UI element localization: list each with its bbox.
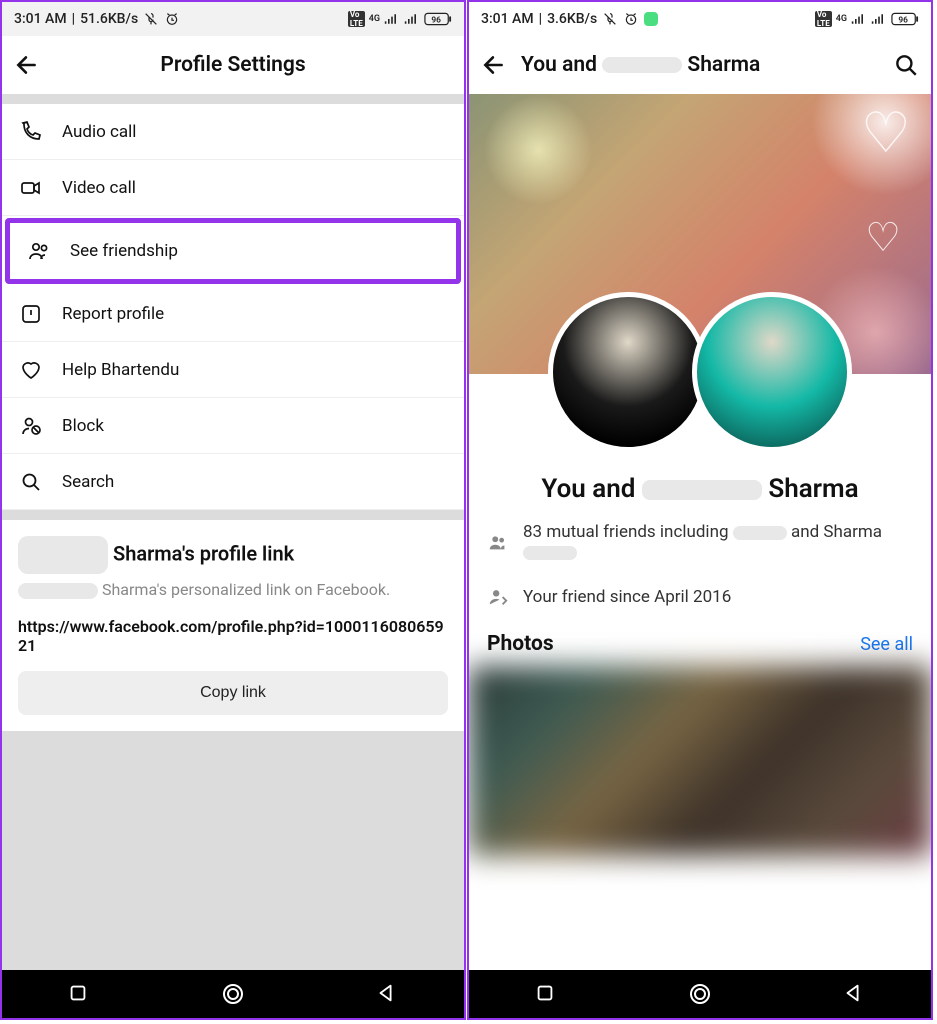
status-speed: 3.6KB/s	[547, 11, 597, 27]
report-icon	[18, 301, 44, 327]
see-all-link[interactable]: See all	[860, 634, 913, 655]
heart-decoration-icon: ♡	[865, 214, 901, 261]
nav-home-button[interactable]	[688, 982, 712, 1006]
divider	[2, 510, 464, 520]
menu-item-audio-call[interactable]: Audio call	[2, 104, 464, 160]
back-button[interactable]	[481, 52, 507, 78]
search-button[interactable]	[893, 52, 919, 78]
alarm-icon	[623, 11, 639, 27]
menu-label: Help Bhartendu	[62, 360, 179, 380]
mute-icon	[143, 11, 159, 27]
redacted-name	[642, 480, 762, 500]
volte-icon: VoLTE	[348, 11, 365, 27]
menu-label: Report profile	[62, 304, 164, 324]
status-time: 3:01 AM	[481, 11, 534, 27]
avatar-pair	[469, 292, 931, 452]
heart-icon	[18, 357, 44, 383]
signal-icon-2	[404, 11, 420, 27]
heart-decoration-icon: ♡	[861, 100, 911, 166]
svg-text:96: 96	[898, 15, 908, 25]
profile-link-url: https://www.facebook.com/profile.php?id=…	[18, 617, 448, 655]
menu-item-help[interactable]: Help Bhartendu	[2, 342, 464, 398]
nav-recent-button[interactable]	[534, 982, 558, 1006]
photo-grid[interactable]	[469, 666, 931, 856]
nav-back-button[interactable]	[375, 982, 399, 1006]
menu-item-video-call[interactable]: Video call	[2, 160, 464, 216]
net-icon: 4G	[369, 14, 380, 24]
redacted-name	[18, 583, 98, 599]
photos-header: Photos See all	[469, 632, 931, 656]
redacted-name	[602, 57, 682, 73]
nav-home-button[interactable]	[221, 982, 245, 1006]
menu-item-see-friendship[interactable]: See friendship	[5, 218, 461, 284]
friend-since-icon	[487, 586, 509, 608]
photos-label: Photos	[487, 632, 554, 656]
app-indicator-icon	[644, 12, 658, 26]
video-icon	[18, 175, 44, 201]
status-time: 3:01 AM	[14, 11, 67, 27]
phone-icon	[18, 119, 44, 145]
redacted-name	[733, 526, 787, 540]
menu-label: Search	[62, 472, 114, 492]
back-button[interactable]	[14, 52, 40, 78]
nav-recent-button[interactable]	[67, 982, 91, 1006]
page-title: Profile Settings	[54, 53, 412, 77]
mutual-friends-text: 83 mutual friends including and Sharma	[523, 522, 882, 562]
avatar-friend[interactable]	[692, 292, 852, 452]
status-bar: 3:01 AM | 3.6KB/s VoLTE 4G 96	[469, 2, 931, 36]
menu-list: Audio call Video call See friendship Rep…	[2, 104, 464, 510]
mutual-friends-row[interactable]: 83 mutual friends including and Sharma	[487, 522, 913, 562]
status-bar: 3:01 AM | 51.6KB/s VoLTE 4G 96	[2, 2, 464, 36]
menu-label: See friendship	[70, 241, 178, 261]
redacted-name	[523, 546, 577, 560]
svg-text:96: 96	[431, 15, 441, 25]
menu-item-block[interactable]: Block	[2, 398, 464, 454]
menu-label: Audio call	[62, 122, 136, 142]
nav-back-button[interactable]	[842, 982, 866, 1006]
friendship-title: You and Sharma	[469, 474, 931, 504]
friend-since-text: Your friend since April 2016	[523, 587, 731, 607]
signal-icon	[384, 11, 400, 27]
people-icon	[487, 531, 509, 553]
search-icon	[18, 469, 44, 495]
divider	[2, 94, 464, 104]
friendship-icon	[26, 238, 52, 264]
menu-item-report[interactable]: Report profile	[2, 286, 464, 342]
volte-icon: VoLTE	[815, 11, 832, 27]
redacted-name	[18, 536, 108, 574]
block-icon	[18, 413, 44, 439]
profile-link-card: Sharma's profile link Sharma's personali…	[2, 520, 464, 731]
battery-icon: 96	[891, 11, 919, 27]
status-speed: 51.6KB/s	[80, 11, 138, 27]
alarm-icon	[164, 11, 180, 27]
battery-icon: 96	[424, 11, 452, 27]
net-icon: 4G	[836, 14, 847, 24]
page-title: You and Sharma	[521, 53, 879, 77]
friendship-meta: 83 mutual friends including and Sharma Y…	[469, 522, 931, 632]
avatar-you[interactable]	[548, 292, 708, 452]
app-header: Profile Settings	[2, 36, 464, 94]
phone-left: 3:01 AM | 51.6KB/s VoLTE 4G 96	[0, 0, 466, 1020]
bottom-nav	[2, 970, 464, 1018]
profile-link-subtitle: Sharma's personalized link on Facebook.	[18, 580, 448, 599]
friend-since-row: Your friend since April 2016	[487, 586, 913, 608]
mute-icon	[602, 11, 618, 27]
copy-link-button[interactable]: Copy link	[18, 671, 448, 715]
bottom-nav	[469, 970, 931, 1018]
menu-label: Block	[62, 416, 104, 436]
app-header: You and Sharma	[469, 36, 931, 94]
signal-icon	[851, 11, 867, 27]
signal-icon-2	[871, 11, 887, 27]
phone-right: 3:01 AM | 3.6KB/s VoLTE 4G 96	[467, 0, 933, 1020]
menu-item-search[interactable]: Search	[2, 454, 464, 510]
menu-label: Video call	[62, 178, 136, 198]
profile-link-title: Sharma's profile link	[18, 536, 448, 574]
